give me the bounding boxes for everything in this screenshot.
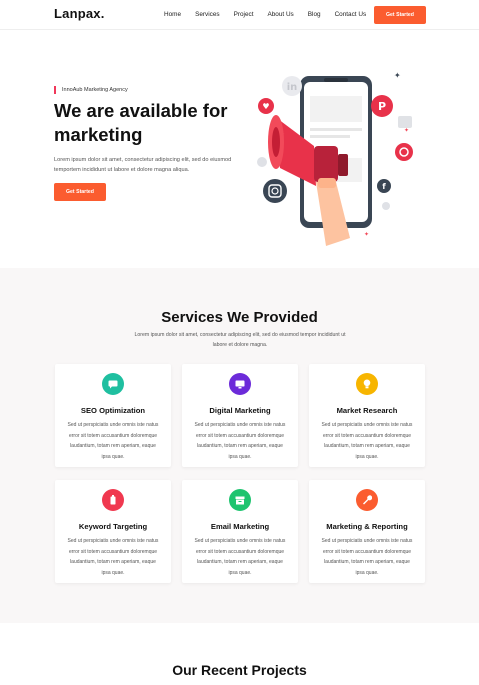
service-card-description: Sed ut perspiciatis unde omnis iste natu… bbox=[194, 538, 286, 576]
service-card-description: Sed ut perspiciatis unde omnis iste natu… bbox=[321, 422, 413, 460]
monitor-icon bbox=[229, 373, 251, 395]
service-card-title: Market Research bbox=[336, 406, 398, 415]
service-card-title: Keyword Targeting bbox=[78, 522, 148, 531]
hero-section: InnoAub Marketing Agency We are availabl… bbox=[0, 30, 479, 268]
svg-text:✦: ✦ bbox=[404, 127, 409, 134]
header-get-started-button[interactable]: Get Started bbox=[374, 6, 426, 24]
svg-text:♥: ♥ bbox=[262, 102, 269, 111]
marketing-illustration: ♥ in P f ✦ ✦ ✦ ✦ bbox=[257, 71, 413, 246]
nav-about-us[interactable]: About Us bbox=[267, 10, 293, 20]
service-card-marketing-reporting[interactable]: Marketing & Reporting Sed ut perspiciati… bbox=[309, 480, 425, 583]
service-card-description: Sed ut perspiciatis unde omnis iste natu… bbox=[321, 538, 413, 576]
brand-logo[interactable]: Lanpax. bbox=[54, 6, 105, 21]
wrench-icon bbox=[356, 489, 378, 511]
service-card-description: Sed ut perspiciatis unde omnis iste natu… bbox=[67, 538, 159, 576]
service-card-seo[interactable]: SEO Optimization Sed ut perspiciatis und… bbox=[55, 364, 171, 467]
hero-tagline: InnoAub Marketing Agency bbox=[54, 86, 128, 94]
hero-title: We are available for marketing bbox=[54, 100, 228, 145]
svg-text:P: P bbox=[378, 100, 386, 113]
service-card-title: Marketing & Reporting bbox=[326, 522, 408, 531]
nav-services[interactable]: Services bbox=[195, 10, 220, 20]
service-card-title: SEO Optimization bbox=[80, 406, 146, 415]
bulb-icon bbox=[356, 373, 378, 395]
nav-contact-us[interactable]: Contact Us bbox=[335, 10, 367, 20]
service-card-description: Sed ut perspiciatis unde omnis iste natu… bbox=[67, 422, 159, 460]
service-card-digital-marketing[interactable]: Digital Marketing Sed ut perspiciatis un… bbox=[182, 364, 298, 467]
service-card-email-marketing[interactable]: Email Marketing Sed ut perspiciatis unde… bbox=[182, 480, 298, 583]
service-card-title: Email Marketing bbox=[210, 522, 270, 531]
svg-text:✦: ✦ bbox=[394, 71, 401, 80]
svg-text:in: in bbox=[287, 82, 298, 93]
service-card-description: Sed ut perspiciatis unde omnis iste natu… bbox=[194, 422, 286, 460]
nav-project[interactable]: Project bbox=[234, 10, 254, 20]
svg-text:✦: ✦ bbox=[280, 131, 285, 138]
svg-text:✦: ✦ bbox=[364, 231, 369, 238]
nav-home[interactable]: Home bbox=[164, 10, 181, 20]
service-card-market-research[interactable]: Market Research Sed ut perspiciatis unde… bbox=[309, 364, 425, 467]
main-nav: Home Services Project About Us Blog Cont… bbox=[164, 10, 380, 20]
chat-icon bbox=[102, 373, 124, 395]
battery-icon bbox=[102, 489, 124, 511]
projects-title: Our Recent Projects bbox=[172, 662, 307, 678]
services-subtitle: Lorem ipsum dolor sit amet, consectetur … bbox=[134, 332, 346, 348]
service-card-keyword-targeting[interactable]: Keyword Targeting Sed ut perspiciatis un… bbox=[55, 480, 171, 583]
service-card-title: Digital Marketing bbox=[209, 406, 271, 415]
services-section: Services We Provided Lorem ipsum dolor s… bbox=[0, 268, 479, 623]
nav-blog[interactable]: Blog bbox=[308, 10, 321, 20]
services-title: Services We Provided bbox=[161, 309, 318, 326]
site-header: Lanpax. Home Services Project About Us B… bbox=[0, 0, 479, 30]
hero-get-started-button[interactable]: Get Started bbox=[54, 183, 106, 201]
hero-description: Lorem ipsum dolor sit amet, consectetur … bbox=[54, 157, 232, 173]
archive-icon bbox=[229, 489, 251, 511]
svg-text:f: f bbox=[382, 182, 386, 191]
